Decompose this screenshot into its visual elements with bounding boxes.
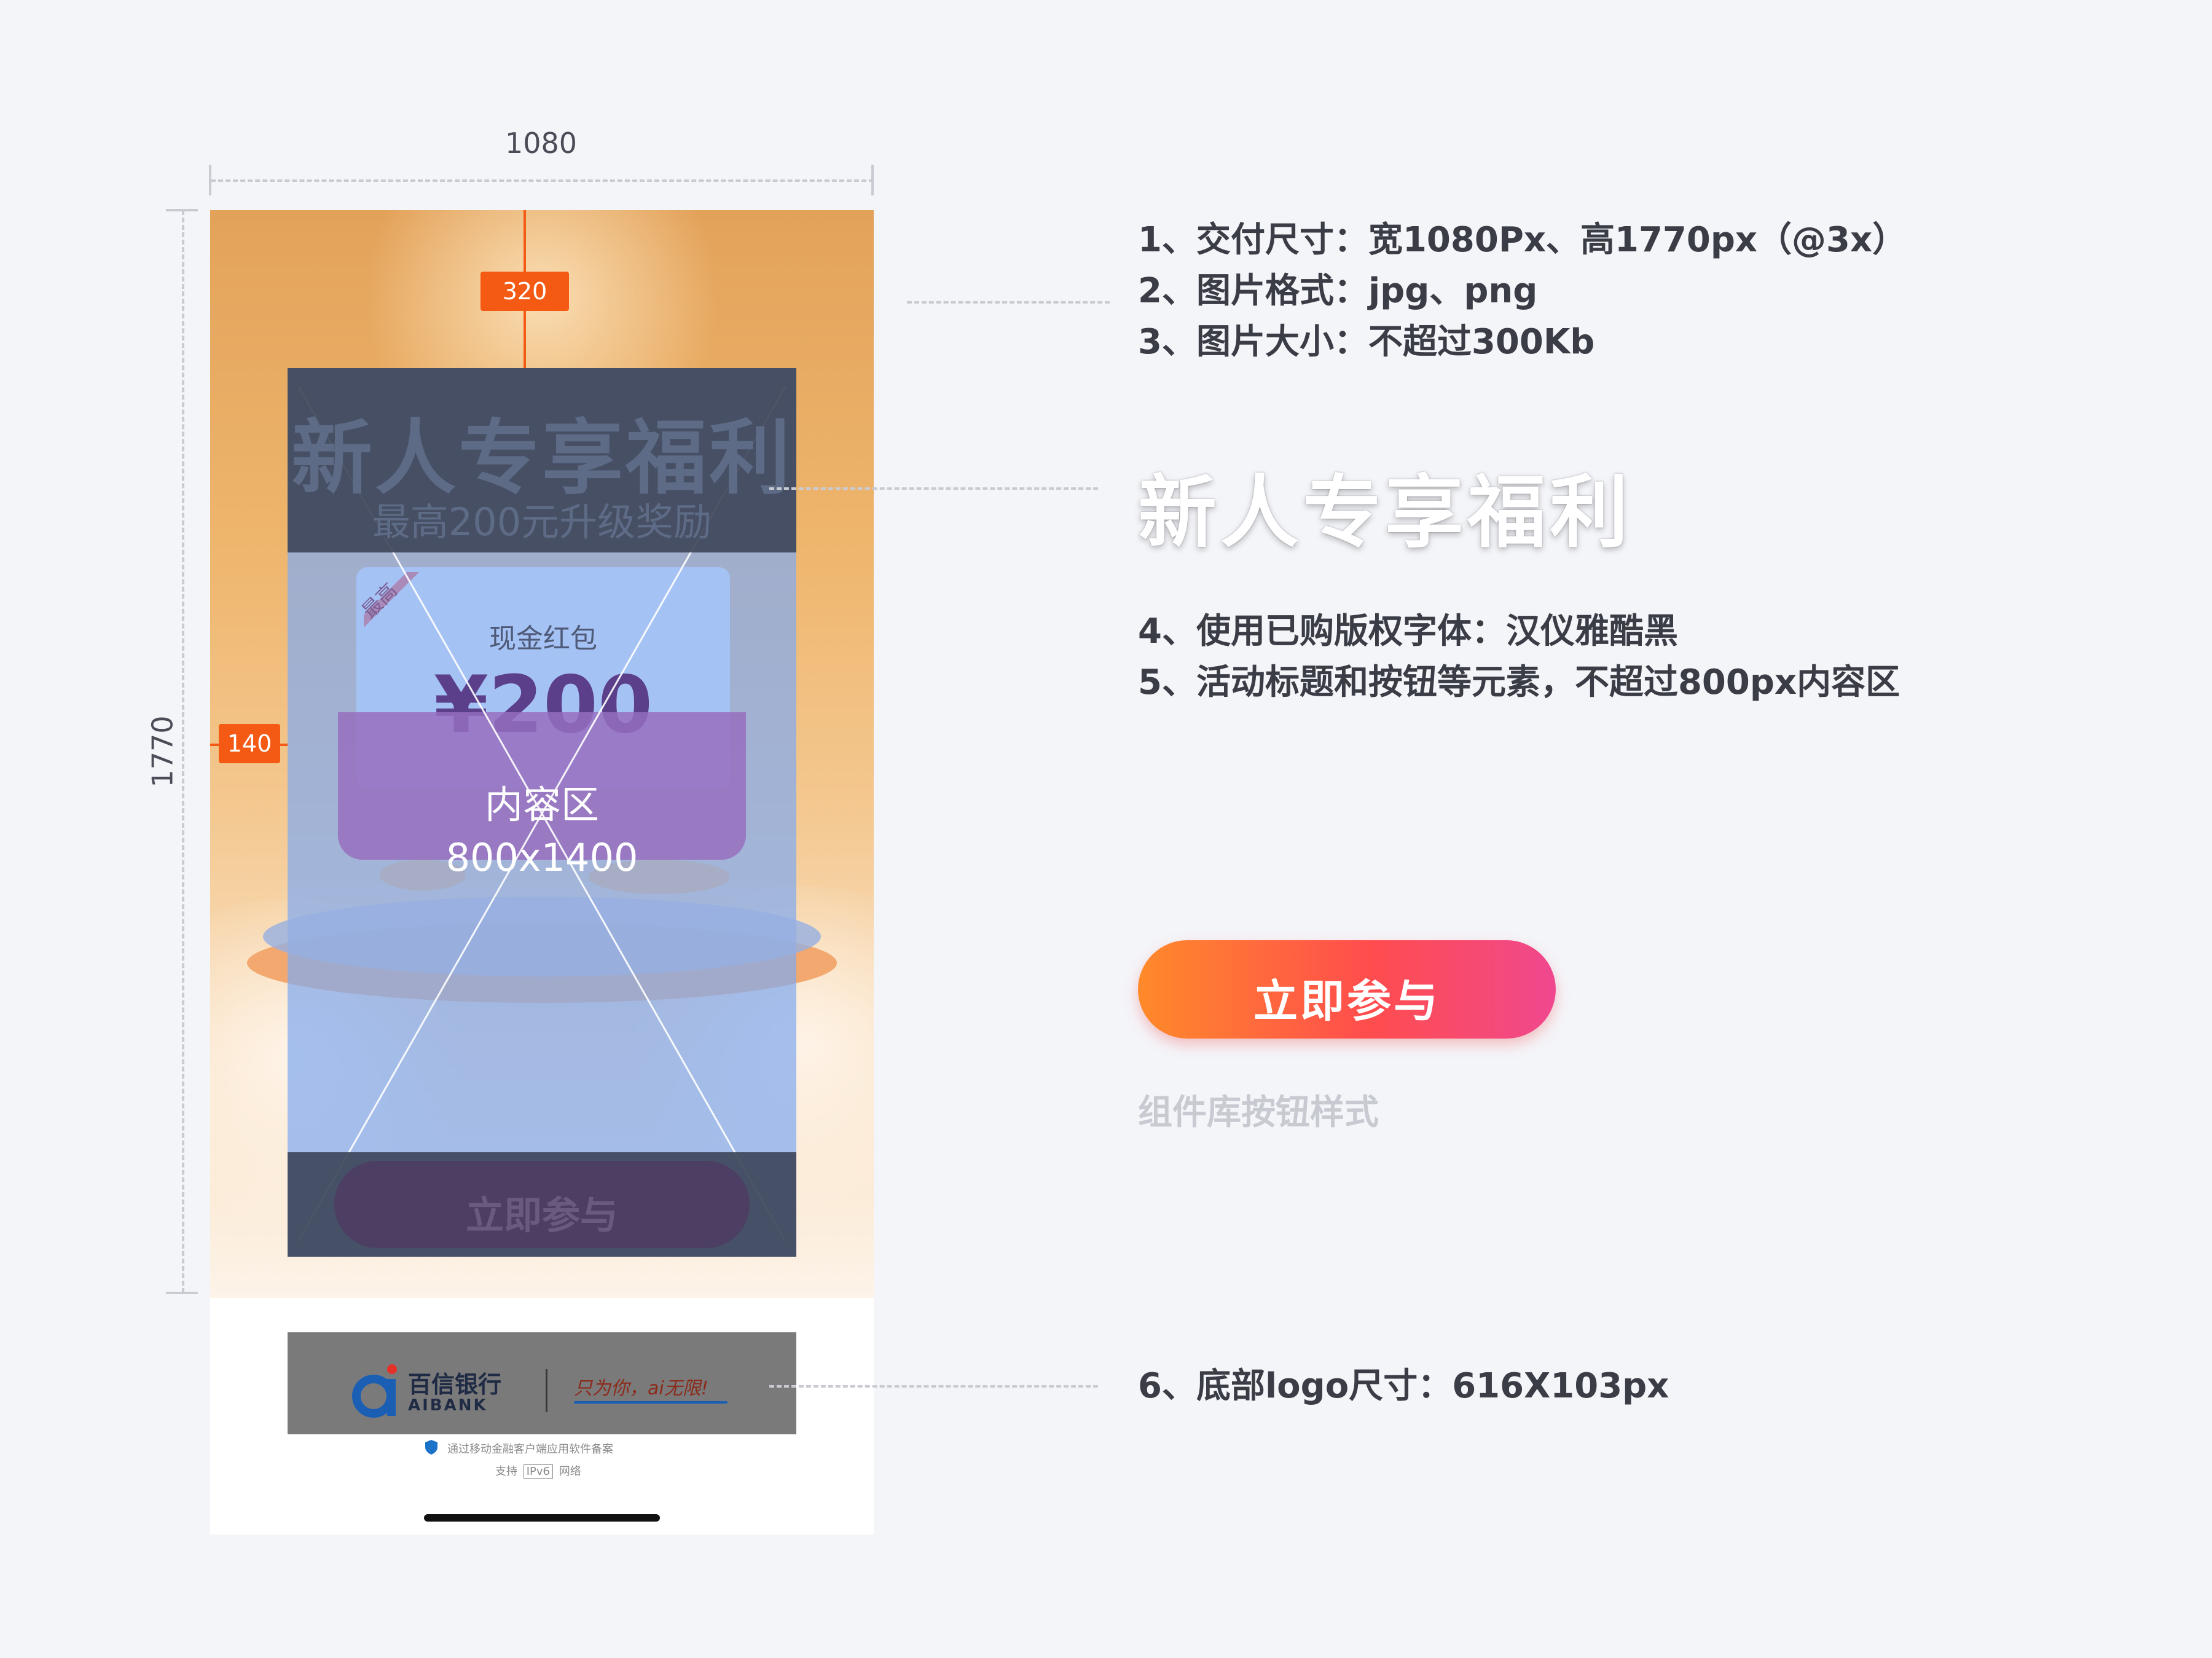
record-note: 通过移动金融客户端应用软件备案 [447, 1443, 613, 1456]
ipv6-badge: IPv6 [523, 1464, 554, 1479]
banner-artwork: 320 140 最高 现金红包 ¥200 新人专享福利 最高200元升级奖励 内… [210, 210, 874, 1298]
phone-mockup: 320 140 最高 现金红包 ¥200 新人专享福利 最高200元升级奖励 内… [210, 210, 874, 1534]
content-area-size: 800x1400 [445, 835, 638, 880]
top-margin-tag: 320 [480, 272, 569, 311]
aibank-logo-icon [352, 1364, 397, 1418]
ipv6-prefix: 支持 [495, 1465, 517, 1478]
button-style-caption: 组件库按钮样式 [1138, 1093, 1379, 1133]
spec-connector [907, 301, 1110, 304]
logo-connector [769, 1385, 1098, 1388]
height-dimension-tick-top [166, 209, 198, 211]
content-area-label: 内容区 [484, 782, 599, 827]
side-margin-tag: 140 [219, 724, 280, 763]
join-button-label: 立即参与 [1253, 975, 1440, 1027]
width-dimension-line [211, 179, 874, 182]
ipv6-note: 支持 IPv6 网络 [495, 1463, 581, 1479]
content-area-overlay: 最高 现金红包 ¥200 新人专享福利 最高200元升级奖励 内容区 800x1… [263, 368, 821, 1257]
artwork-join-button-label: 立即参与 [465, 1193, 618, 1238]
width-dimension-label: 1080 [505, 127, 578, 160]
artwork-join-button[interactable]: 立即参与 [334, 1161, 750, 1248]
bank-name: 百信银行 [408, 1371, 502, 1398]
home-indicator [424, 1514, 660, 1522]
title-connector [769, 487, 1098, 490]
width-dimension-tick-left [209, 165, 211, 195]
spec-logo-size: 6、底部logo尺寸：616X103px [1138, 1366, 1669, 1406]
bank-slogan: 只为你，ai无限! [574, 1378, 708, 1399]
title-zone: 新人专享福利 最高200元升级奖励 [288, 368, 796, 552]
join-button[interactable]: 立即参与 [1138, 940, 1556, 1039]
height-dimension-label: 1770 [146, 715, 179, 788]
spec-content-area: 5、活动标题和按钮等元素，不超过800px内容区 [1138, 662, 1900, 702]
spec-image-size: 3、图片大小：不超过300Kb [1138, 322, 1595, 362]
slogan-underline [574, 1401, 728, 1404]
logo-box: 百信银行 AIBANK 只为你，ai无限! [288, 1332, 796, 1434]
height-dimension-line [182, 210, 184, 1293]
artwork-subtitle: 最高200元升级奖励 [372, 500, 712, 544]
spec-image-format: 2、图片格式：jpg、png [1138, 271, 1538, 311]
ipv6-suffix: 网络 [559, 1465, 581, 1478]
width-dimension-tick-right [871, 165, 874, 195]
bank-name-en: AIBANK [408, 1396, 488, 1415]
spec-delivery-size: 1、交付尺寸：宽1080Px、高1770px（@3x） [1138, 220, 1907, 260]
spec-font: 4、使用已购版权字体：汉仪雅酷黑 [1138, 611, 1678, 651]
shield-icon [425, 1440, 437, 1455]
height-dimension-tick-bottom [166, 1292, 198, 1294]
logo-divider [546, 1369, 547, 1412]
title-sample: 新人专享福利 [1138, 467, 1633, 559]
